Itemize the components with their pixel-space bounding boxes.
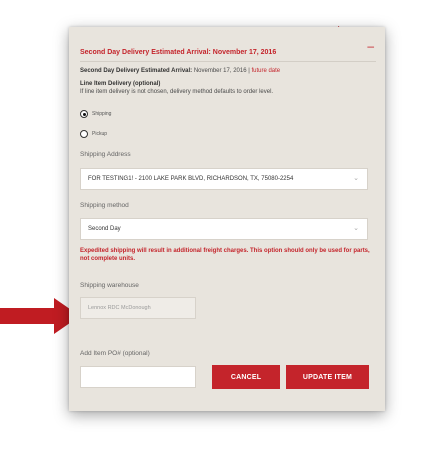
delivery-estimate-header: Second Day Delivery Estimated Arrival: N… [80, 49, 277, 56]
shipping-warehouse-field: Lennox RDC McDonough [80, 297, 196, 319]
shipping-method-select[interactable]: Second Day ⌄ [80, 218, 368, 240]
shipping-warehouse-label: Shipping warehouse [80, 282, 139, 289]
shipping-address-value: FOR TESTING1! - 2100 LAKE PARK BLVD, RIC… [88, 176, 294, 182]
estimate-date: November 17, 2016 | [192, 68, 252, 74]
estimate-label: Second Day Delivery Estimated Arrival: [80, 68, 193, 74]
line-item-delivery-panel: Second Day Delivery Estimated Arrival: N… [69, 27, 385, 411]
cancel-button[interactable]: CANCEL [212, 365, 280, 389]
shipping-method-value: Second Day [88, 226, 121, 232]
chevron-down-icon: ⌄ [353, 225, 359, 232]
panel-header: Second Day Delivery Estimated Arrival: N… [80, 40, 376, 62]
radio-shipping-circle[interactable] [80, 110, 88, 118]
shipping-address-select[interactable]: FOR TESTING1! - 2100 LAKE PARK BLVD, RIC… [80, 168, 368, 190]
estimate-line: Second Day Delivery Estimated Arrival: N… [80, 67, 280, 75]
radio-shipping-label: Shipping [92, 111, 112, 117]
chevron-down-icon: ⌄ [353, 175, 359, 182]
radio-pickup-circle[interactable] [80, 130, 88, 138]
po-input[interactable] [80, 366, 196, 388]
shipping-method-label: Shipping method [80, 202, 129, 209]
radio-pickup-label: Pickup [92, 131, 108, 137]
collapse-icon[interactable]: – [367, 40, 374, 52]
po-label: Add Item PO# (optional) [80, 350, 150, 357]
update-item-button[interactable]: UPDATE ITEM [286, 365, 369, 389]
shipping-address-label: Shipping Address [80, 151, 131, 158]
line-item-title: Line Item Delivery (optional) [80, 81, 161, 87]
line-item-hint: If line item delivery is not chosen, del… [80, 89, 274, 95]
expedited-warning: Expedited shipping will result in additi… [80, 248, 370, 262]
future-date-link[interactable]: future date [251, 68, 280, 74]
shipping-warehouse-value: Lennox RDC McDonough [88, 305, 151, 311]
radio-pickup[interactable]: Pickup [80, 130, 107, 138]
radio-shipping[interactable]: Shipping [80, 110, 111, 118]
